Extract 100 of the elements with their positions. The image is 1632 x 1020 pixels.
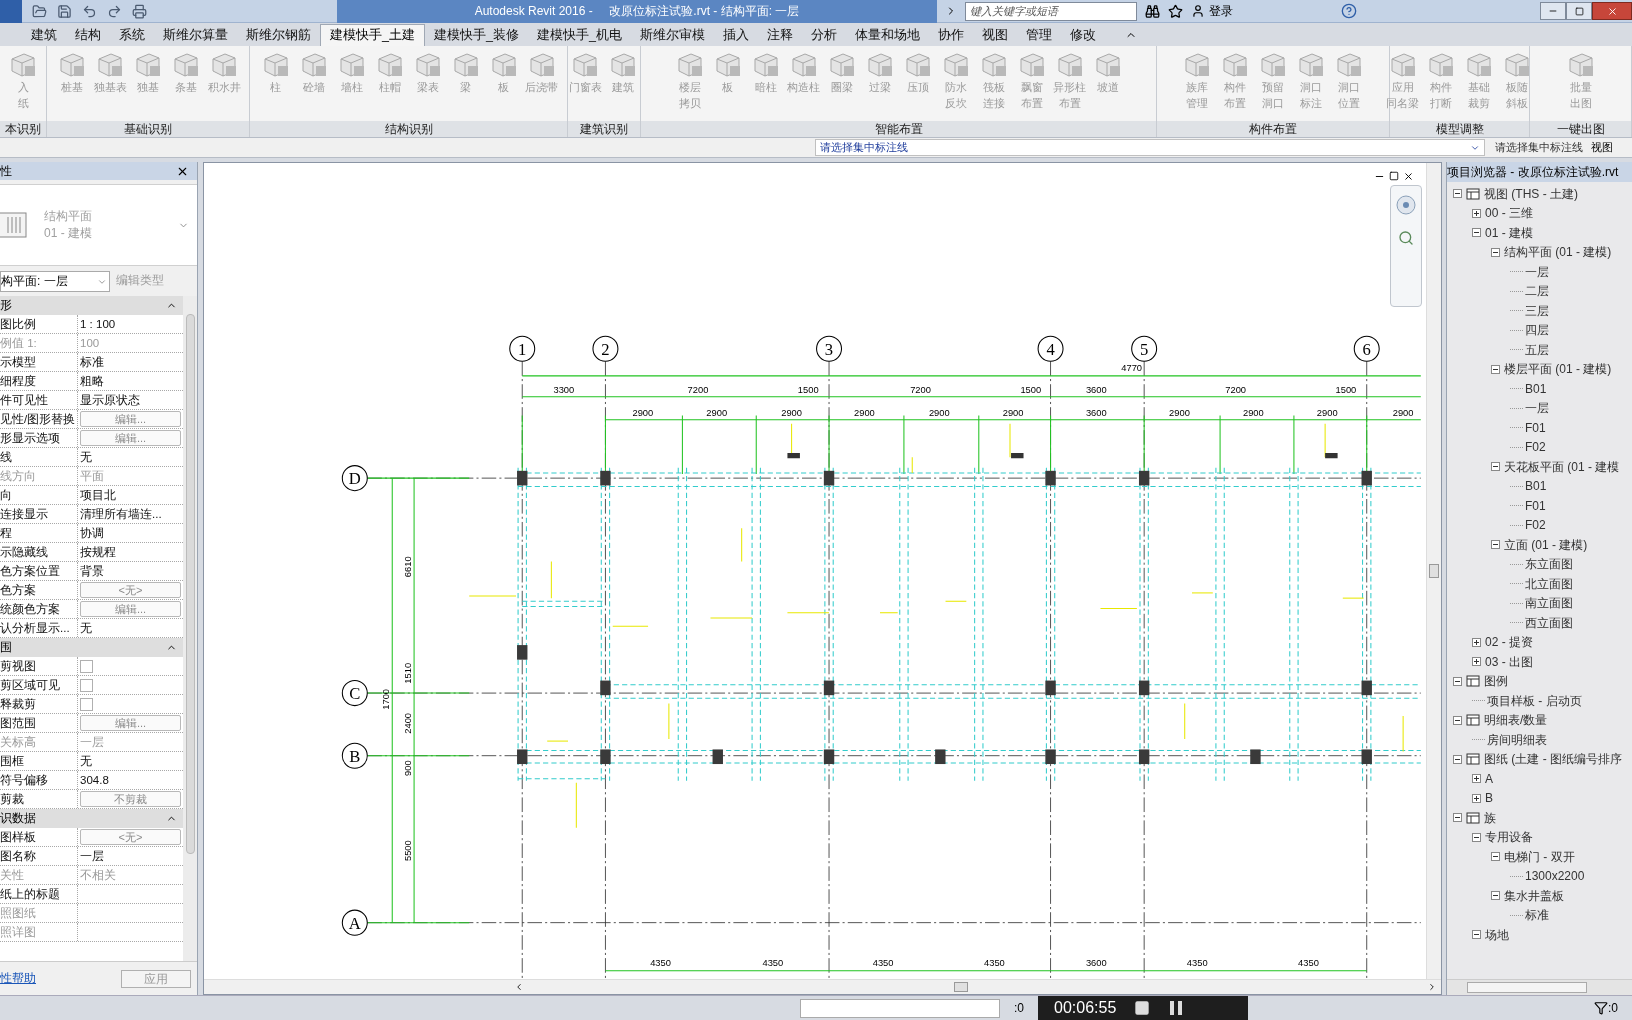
tree-item[interactable]: B01 [1525, 477, 1547, 496]
ribbon-tab[interactable]: 斯维尔钢筋 [237, 24, 320, 46]
collapse-icon[interactable] [1491, 540, 1500, 550]
tree-item[interactable]: 02 - 提资 [1485, 633, 1533, 652]
tree-item[interactable]: 电梯门 - 双开 [1504, 847, 1575, 866]
checkbox[interactable] [80, 697, 93, 711]
edit-button[interactable]: <无> [80, 829, 181, 845]
restore-button[interactable] [1566, 2, 1592, 20]
tree-item[interactable]: 03 - 出图 [1485, 652, 1533, 671]
tree-item[interactable]: F01 [1525, 418, 1546, 437]
help-link[interactable]: 性帮助 [0, 969, 36, 988]
tree-item[interactable]: 01 - 建模 [1485, 223, 1533, 242]
ribbon-tab[interactable]: 注释 [757, 24, 802, 46]
toolbar-icon[interactable] [132, 3, 147, 19]
tree-item[interactable]: 天花板平面 (01 - 建模 [1504, 457, 1620, 476]
edit-button[interactable]: 编辑... [80, 715, 181, 731]
ribbon-tab[interactable]: 视图 [972, 24, 1017, 46]
edit-button[interactable]: 编辑... [80, 601, 181, 617]
filter-icon[interactable] [1594, 1001, 1608, 1015]
collapse-icon[interactable] [1453, 813, 1462, 823]
pause-icon[interactable] [1168, 1000, 1185, 1016]
tree-item[interactable]: 四层 [1525, 321, 1549, 340]
tree-item[interactable]: 西立面图 [1525, 613, 1573, 632]
tree-item[interactable]: 北立面图 [1525, 574, 1573, 593]
binoculars-icon[interactable] [1145, 3, 1160, 19]
tree-item[interactable]: 一层 [1525, 262, 1549, 281]
horizontal-scrollbar[interactable] [1447, 979, 1632, 995]
tree-item[interactable]: 三层 [1525, 301, 1549, 320]
tree-item[interactable]: B [1485, 789, 1493, 808]
tree-item[interactable]: 五层 [1525, 340, 1549, 359]
restore-icon[interactable] [1389, 171, 1399, 181]
tree-item[interactable]: 南立面图 [1525, 594, 1573, 613]
ribbon-tab[interactable]: 修改 [1060, 24, 1105, 46]
expand-icon[interactable] [1472, 774, 1481, 784]
collapse-icon[interactable] [1453, 754, 1462, 764]
star-icon[interactable] [1168, 3, 1183, 19]
ribbon-tab[interactable]: 协作 [928, 24, 973, 46]
collapse-icon[interactable] [1472, 930, 1481, 940]
toolbar-icon[interactable] [82, 3, 97, 19]
horizontal-scrollbar[interactable] [204, 979, 1441, 994]
collapse-icon[interactable] [1472, 832, 1481, 842]
toolbar-icon[interactable] [57, 3, 72, 19]
ribbon-tab[interactable]: 建模快手_机电 [527, 24, 631, 46]
collapse-icon[interactable] [1491, 891, 1500, 901]
edit-button[interactable]: 编辑... [80, 411, 181, 427]
tree-item[interactable]: 东立面图 [1525, 555, 1573, 574]
tree-item[interactable]: 专用设备 [1485, 828, 1533, 847]
ribbon-tab[interactable]: 插入 [713, 24, 758, 46]
tree-item[interactable]: 00 - 三维 [1485, 204, 1533, 223]
view-dropdown[interactable]: 构平面: 一层 [0, 270, 110, 292]
edit-button[interactable]: 编辑... [80, 430, 181, 446]
toolbar-icon[interactable] [107, 3, 122, 19]
login-button[interactable]: 登录 [1191, 2, 1233, 20]
tree-item[interactable]: 立面 (01 - 建模) [1504, 535, 1588, 554]
collapse-icon[interactable] [1472, 228, 1481, 238]
ribbon-tab[interactable]: 建模快手_土建 [320, 24, 425, 46]
tree-item[interactable]: F02 [1525, 516, 1546, 535]
tree-item[interactable]: 标准 [1525, 906, 1549, 925]
expand-icon[interactable] [1472, 657, 1481, 667]
tree-item[interactable]: B01 [1525, 379, 1547, 398]
tree-item[interactable]: 视图 (THS - 土建) [1484, 184, 1578, 203]
tree-item[interactable]: F01 [1525, 496, 1546, 515]
edit-button[interactable]: <无> [80, 582, 181, 598]
collapse-icon[interactable] [1453, 715, 1462, 725]
collapse-icon[interactable] [1491, 852, 1500, 862]
tree-item[interactable]: 场地 [1485, 925, 1509, 944]
tree-item[interactable]: 房间明细表 [1487, 730, 1547, 749]
checkbox[interactable] [80, 678, 93, 692]
tree-item[interactable]: F02 [1525, 438, 1546, 457]
minimize-button[interactable] [1540, 2, 1566, 20]
expand-icon[interactable] [1472, 793, 1481, 803]
tree-item[interactable]: A [1485, 769, 1493, 788]
tree-item[interactable]: 族 [1484, 808, 1496, 827]
ribbon-tab[interactable]: 建筑 [22, 24, 66, 46]
vertical-scrollbar[interactable] [1426, 163, 1441, 979]
zoom-icon[interactable] [1398, 230, 1414, 246]
collapse-icon[interactable] [1453, 676, 1462, 686]
tree-item[interactable]: 集水井盖板 [1504, 886, 1564, 905]
tree-item[interactable]: 一层 [1525, 399, 1549, 418]
tree-item[interactable]: 楼层平面 (01 - 建模) [1504, 360, 1612, 379]
ribbon-tab[interactable]: 斯维尔算量 [154, 24, 237, 46]
toolbar-icon[interactable] [32, 3, 47, 19]
prompt-field[interactable]: 请选择集中标注线 [815, 139, 1485, 156]
ribbon-tab[interactable]: 结构 [66, 24, 110, 46]
stop-icon[interactable] [1134, 1000, 1151, 1016]
collapse-icon[interactable] [1491, 364, 1500, 374]
collapse-icon[interactable] [1453, 189, 1462, 199]
ribbon-tab[interactable]: 系统 [110, 24, 154, 46]
ribbon-tab[interactable]: 分析 [801, 24, 846, 46]
tree-item[interactable]: 1300x2200 [1525, 867, 1585, 886]
tree-item[interactable]: 图纸 (土建 - 图纸编号排序 [1484, 750, 1622, 769]
collapse-icon[interactable] [1491, 247, 1500, 257]
help-icon[interactable] [1341, 3, 1357, 19]
tree-item[interactable]: 项目样板 - 启动页 [1487, 691, 1582, 710]
tree-item[interactable]: 明细表/数量 [1484, 711, 1548, 730]
expand-icon[interactable] [1472, 208, 1481, 218]
expand-icon[interactable] [1472, 637, 1481, 647]
ribbon-tab[interactable]: 建模快手_装修 [424, 24, 528, 46]
tree-item[interactable]: 二层 [1525, 282, 1549, 301]
ribbon-tab[interactable]: 体量和场地 [845, 24, 929, 46]
